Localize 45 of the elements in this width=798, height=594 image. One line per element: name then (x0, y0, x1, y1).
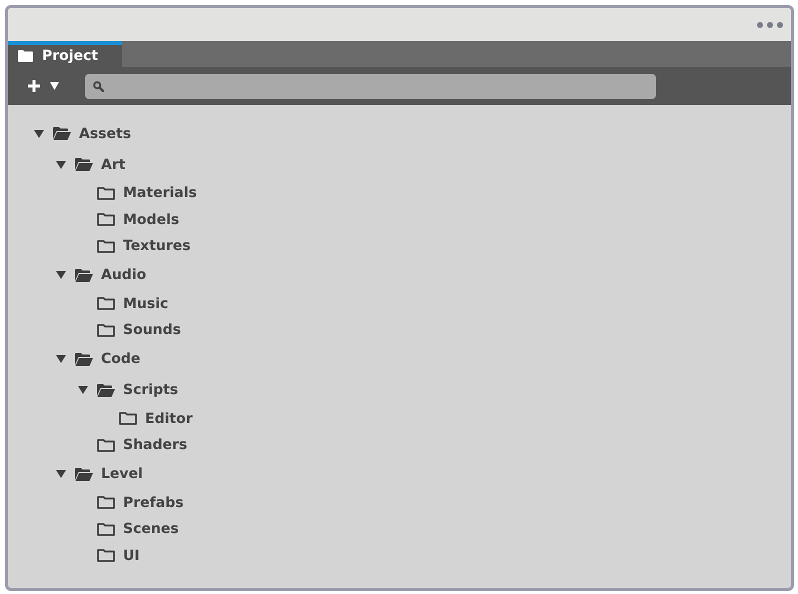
folder-label[interactable]: Music (123, 296, 168, 312)
expanded-triangle-icon[interactable] (34, 128, 44, 138)
open-folder-icon (75, 268, 93, 282)
folder-icon (97, 240, 115, 253)
folder-label[interactable]: Shaders (123, 437, 188, 454)
open-folder-icon (75, 352, 93, 366)
add-icon[interactable] (28, 80, 40, 92)
folder-icon (97, 324, 115, 337)
open-folder-icon (75, 158, 93, 171)
project-tab[interactable]: Project (8, 41, 122, 67)
dropdown-caret-icon[interactable] (50, 82, 59, 90)
folder-icon (97, 297, 115, 310)
search-icon (93, 80, 104, 92)
folder-label[interactable]: Art (101, 156, 126, 172)
folder-icon (97, 438, 115, 452)
folder-icon (97, 186, 115, 200)
folder-icon (18, 50, 33, 62)
expanded-triangle-icon[interactable] (56, 354, 66, 364)
folder-icon (97, 522, 115, 536)
folder-label[interactable]: Assets (79, 126, 132, 142)
folder-label[interactable]: Textures (123, 238, 191, 254)
expanded-triangle-icon[interactable] (56, 270, 66, 280)
open-folder-icon (75, 468, 93, 480)
folder-label[interactable]: Prefabs (123, 494, 184, 511)
folder-icon (97, 549, 115, 562)
folder-label[interactable]: Scripts (123, 382, 178, 398)
expanded-triangle-icon[interactable] (56, 469, 66, 479)
expanded-triangle-icon[interactable] (56, 160, 66, 170)
open-folder-icon (53, 127, 71, 140)
folder-label[interactable]: Models (123, 212, 180, 228)
folder-icon (97, 213, 115, 226)
folder-label[interactable]: Audio (101, 267, 146, 283)
folder-label[interactable]: Editor (145, 410, 193, 427)
open-folder-icon (97, 384, 115, 396)
folder-label[interactable]: Sounds (123, 322, 181, 338)
expanded-triangle-icon[interactable] (78, 385, 88, 395)
folder-label[interactable]: UI (123, 548, 140, 564)
folder-icon (97, 496, 115, 510)
search-field[interactable] (85, 74, 656, 98)
folder-label[interactable]: Materials (123, 185, 197, 202)
folder-label[interactable]: Level (101, 466, 143, 482)
folder-label[interactable]: Code (101, 351, 140, 367)
folder-icon (119, 412, 137, 426)
folder-label[interactable]: Scenes (123, 521, 179, 538)
more-options-icon[interactable] (757, 22, 783, 28)
